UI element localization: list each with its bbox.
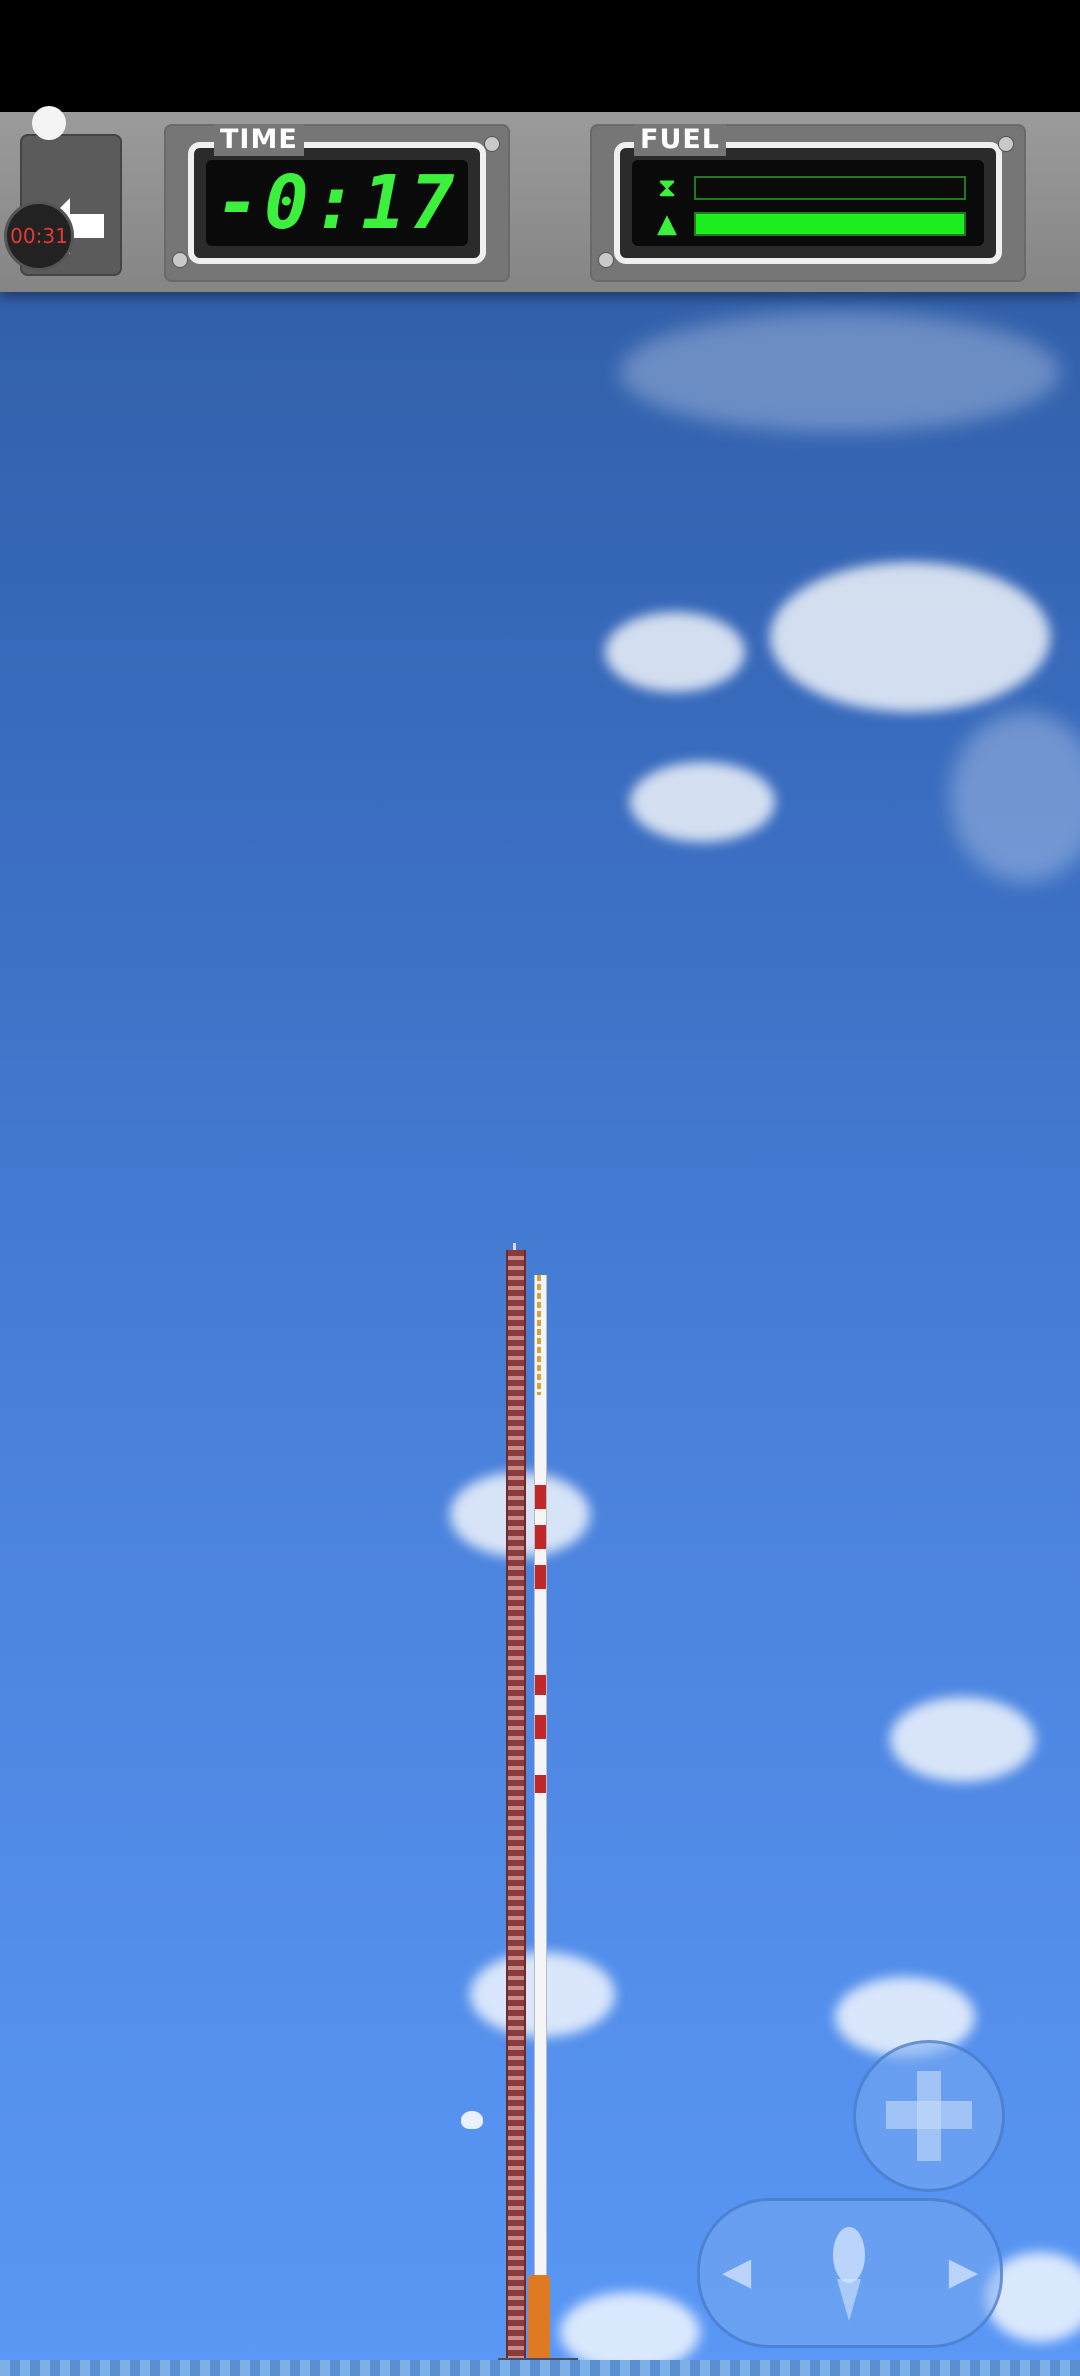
hud-bar: -0:17 TIME ⧗ ▲ FUEL <box>0 112 1080 292</box>
fuel-row-stage: ⧗ <box>652 174 966 202</box>
cloud <box>950 712 1080 882</box>
screw <box>172 252 188 268</box>
screen-record-timer[interactable]: 00:31 <box>4 201 74 271</box>
cloud <box>770 562 1050 712</box>
time-frame: -0:17 <box>188 142 486 264</box>
screw <box>484 136 500 152</box>
steer-left-icon[interactable]: ◀ <box>722 2249 751 2293</box>
thrust-control[interactable]: ◀ ▶ <box>697 2198 1003 2348</box>
rocket-flame-icon <box>833 2227 865 2321</box>
cloud <box>630 762 775 842</box>
capsule-icon: ▲ <box>657 209 677 239</box>
steer-right-icon[interactable]: ▶ <box>949 2249 978 2293</box>
rocket <box>534 1275 547 2365</box>
rocket-booster <box>528 2275 550 2363</box>
cloud <box>620 312 1060 432</box>
rocket-nose <box>537 1275 541 1395</box>
ground <box>0 2360 1080 2376</box>
time-readout: -0:17 <box>215 160 459 246</box>
time-title: TIME <box>214 124 304 156</box>
time-panel: -0:17 TIME <box>164 124 510 282</box>
camera-dpad[interactable] <box>853 2040 1005 2192</box>
stage-fuel-gauge <box>694 176 966 200</box>
fuel-frame: ⧗ ▲ <box>614 142 1002 264</box>
launch-tower <box>506 1250 526 2364</box>
fuel-display: ⧗ ▲ <box>632 160 984 246</box>
fuel-panel: ⧗ ▲ FUEL <box>590 124 1026 282</box>
main-fuel-fill <box>696 214 964 234</box>
fuel-row-main: ▲ <box>652 210 966 238</box>
fuel-title: FUEL <box>634 124 727 156</box>
cloud <box>605 612 745 692</box>
status-bar <box>0 0 1080 112</box>
screw <box>998 136 1014 152</box>
timer-text: 00:31 <box>10 224 68 248</box>
screw <box>598 252 614 268</box>
main-fuel-gauge <box>694 212 966 236</box>
record-handle[interactable] <box>32 106 66 140</box>
time-display: -0:17 <box>206 160 468 246</box>
hourglass-icon: ⧗ <box>657 173 677 203</box>
cloud <box>890 1697 1035 1782</box>
moon <box>461 2111 483 2129</box>
dpad-horizontal <box>886 2101 972 2129</box>
